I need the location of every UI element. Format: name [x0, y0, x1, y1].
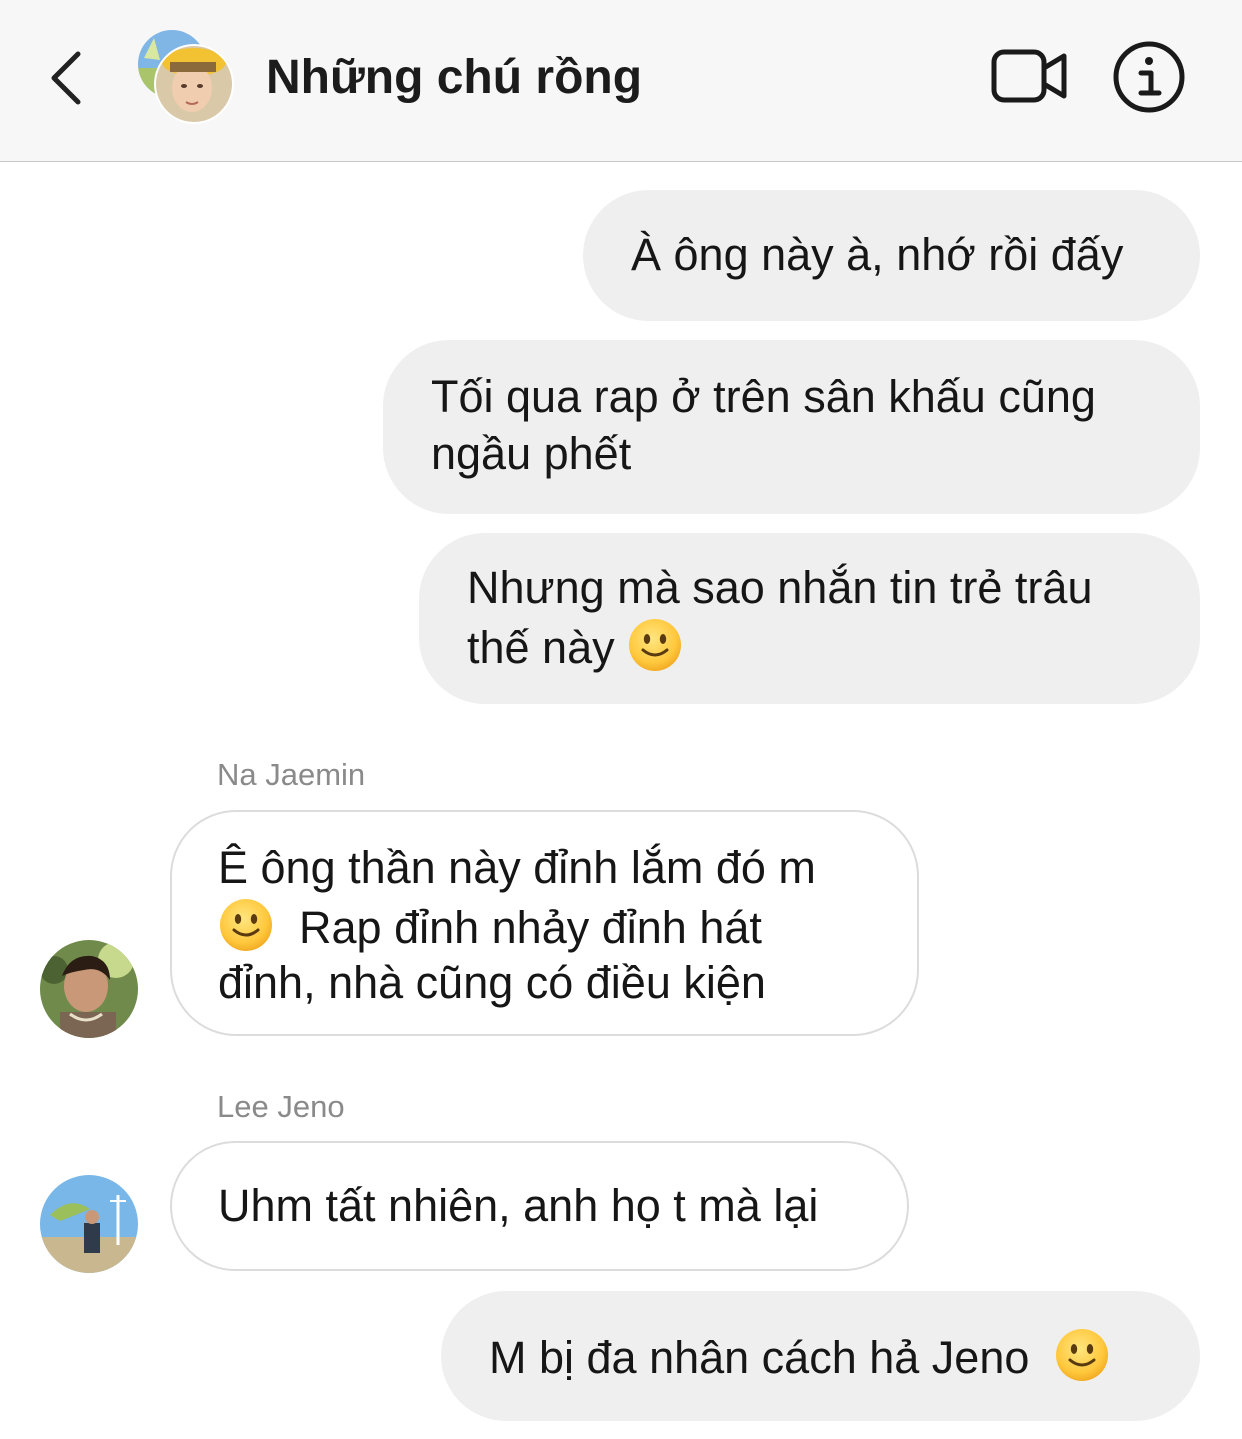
message-text: Rap đỉnh nhảy đỉnh hát	[218, 897, 762, 957]
outgoing-message[interactable]: M bị đa nhân cách hả Jeno	[441, 1291, 1200, 1421]
avatar-image	[40, 940, 138, 1038]
message-text-line: M bị đa nhân cách hả Jeno	[489, 1332, 1030, 1383]
back-button[interactable]	[38, 44, 98, 108]
video-camera-icon	[991, 49, 1067, 103]
avatar-image	[40, 1175, 138, 1273]
outgoing-message[interactable]: Tối qua rap ở trên sân khấu cũng ngầu ph…	[383, 340, 1200, 514]
slightly-smiling-face-icon	[627, 617, 683, 673]
info-icon	[1113, 41, 1185, 113]
message-text: Uhm tất nhiên, anh họ t mà lại	[218, 1180, 819, 1231]
message-text: thế này	[467, 617, 683, 677]
info-button[interactable]	[1110, 38, 1188, 116]
sender-avatar-jeno[interactable]	[40, 1175, 138, 1273]
message-text: Ê ông thần này đỉnh lắm đó m	[218, 842, 816, 893]
incoming-message[interactable]: Uhm tất nhiên, anh họ t mà lại	[170, 1141, 909, 1271]
sender-name: Na Jaemin	[217, 757, 366, 792]
group-avatar-image	[138, 30, 234, 124]
sender-name: Lee Jeno	[217, 1089, 345, 1124]
video-call-button[interactable]	[988, 44, 1070, 108]
incoming-message[interactable]: Ê ông thần này đỉnh lắm đó m Rap đỉnh nh…	[170, 810, 919, 1036]
message-text: đỉnh, nhà cũng có điều kiện	[218, 957, 766, 1008]
message-text-line: Rap đỉnh nhảy đỉnh hát	[299, 902, 762, 953]
message-text-line: thế này	[467, 622, 615, 673]
message-text: ngầu phết	[431, 428, 632, 479]
outgoing-message[interactable]: À ông này à, nhớ rồi đấy	[583, 190, 1200, 321]
chat-header: Những chú rồng	[0, 0, 1242, 162]
message-text: M bị đa nhân cách hả Jeno	[489, 1327, 1110, 1387]
message-text: À ông này à, nhớ rồi đấy	[631, 229, 1124, 280]
slightly-smiling-face-icon	[218, 897, 274, 953]
outgoing-message[interactable]: Nhưng mà sao nhắn tin trẻ trâu thế này	[419, 533, 1200, 704]
group-avatar[interactable]	[134, 28, 238, 128]
chat-title[interactable]: Những chú rồng	[266, 50, 642, 105]
chevron-left-icon	[51, 51, 81, 105]
slightly-smiling-face-icon	[1054, 1327, 1110, 1383]
sender-avatar-jaemin[interactable]	[40, 940, 138, 1038]
message-text: Nhưng mà sao nhắn tin trẻ trâu	[467, 562, 1093, 613]
message-text: Tối qua rap ở trên sân khấu cũng	[431, 371, 1096, 422]
